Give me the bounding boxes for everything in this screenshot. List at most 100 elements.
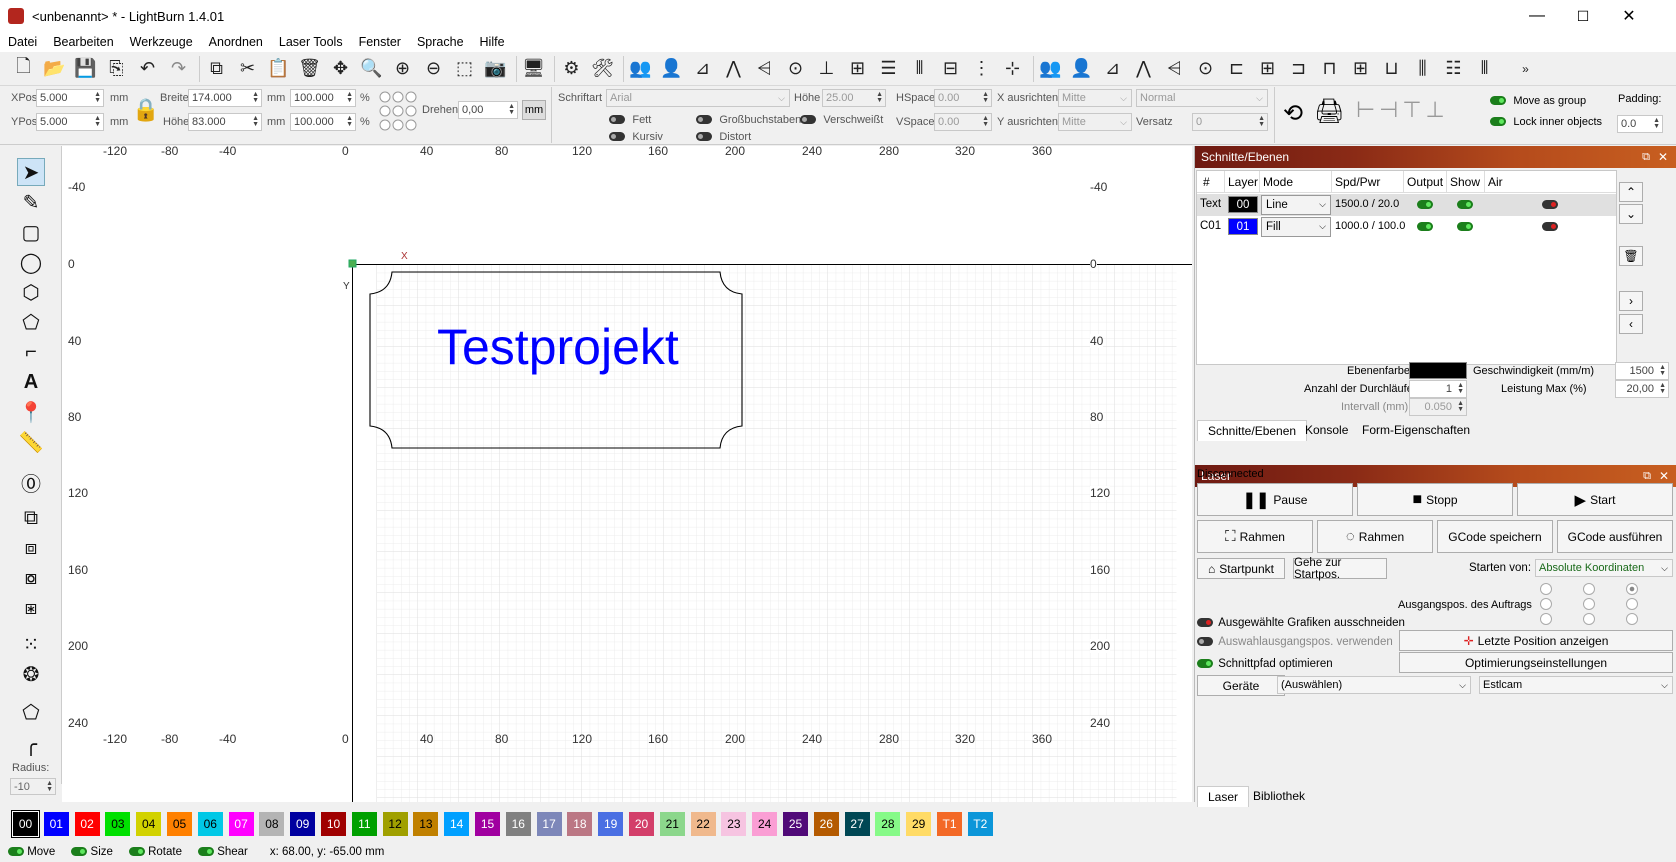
collapse-left-icon[interactable]: ‹ <box>1619 314 1643 334</box>
offset-input[interactable]: 0 ▲ ▼ <box>1192 113 1268 131</box>
monitor-icon[interactable]: 🖥 <box>520 55 547 82</box>
origin-radio-bl[interactable] <box>1540 613 1552 625</box>
zoom-page-icon[interactable]: ⬚ <box>451 55 478 82</box>
distribute-v-icon[interactable]: ⋮ <box>968 55 995 82</box>
layers-tab-2[interactable]: Form-Eigenschaften <box>1352 420 1480 440</box>
palette-swatch-T1[interactable]: T1 <box>937 812 962 836</box>
mirror2-icon[interactable]: ⋀ <box>1130 55 1157 82</box>
center2-icon[interactable]: ⊙ <box>1192 55 1219 82</box>
layers-tab-1[interactable]: Konsole <box>1295 420 1358 440</box>
palette-swatch-21[interactable]: 21 <box>659 812 685 836</box>
new-file-icon[interactable]: 🗋 <box>10 55 37 82</box>
scale-width-input[interactable]: 100.000 ▲ ▼ <box>290 89 356 107</box>
minimize-button[interactable]: — <box>1514 0 1560 32</box>
menu-4[interactable]: Laser Tools <box>271 35 351 49</box>
shear-toggle[interactable]: Shear <box>198 846 248 858</box>
palette-swatch-23[interactable]: 23 <box>721 812 747 836</box>
group-icon[interactable]: 👥 <box>627 55 654 82</box>
zoom-in-icon[interactable]: ⊕ <box>389 55 416 82</box>
text-tool-icon[interactable]: A <box>17 368 45 396</box>
layer-row[interactable]: C01 01 Fill ⌵ 1000.0 / 100.0 <box>1197 216 1616 238</box>
width-input[interactable]: 174.000 ▲ ▼ <box>188 89 262 107</box>
measure-icon[interactable]: 📏 <box>17 428 45 456</box>
subtract-icon[interactable]: ⧇ <box>17 564 45 592</box>
save-icon[interactable]: 💾 <box>72 55 99 82</box>
palette-swatch-15[interactable]: 15 <box>475 812 500 836</box>
distribute-hs-icon[interactable]: ⫼ <box>1409 55 1436 82</box>
align-right-icon[interactable]: ⊐ <box>1285 55 1312 82</box>
palette-swatch-27[interactable]: 27 <box>844 812 870 836</box>
path-edit-icon[interactable]: ⬠ <box>17 698 45 726</box>
save-gcode-button[interactable]: GCode speichern <box>1437 520 1553 553</box>
text-mode-select[interactable]: Normal ⌵ <box>1136 89 1268 107</box>
align-middle-icon[interactable]: ☰ <box>875 55 902 82</box>
menu-1[interactable]: Bearbeiten <box>45 35 121 49</box>
radius-input[interactable]: -10 ▲ ▼ <box>10 778 56 795</box>
intersect-icon[interactable]: ⧆ <box>17 594 45 622</box>
union-icon[interactable]: ⧈ <box>17 534 45 562</box>
palette-swatch-25[interactable]: 25 <box>783 812 808 836</box>
corner-round-icon[interactable]: ╭ <box>17 730 45 758</box>
passes-input[interactable]: 1 ▲ ▼ <box>1409 380 1467 398</box>
menu-2[interactable]: Werkzeuge <box>122 35 201 49</box>
circular-array-icon[interactable]: ❂ <box>17 660 45 688</box>
center-icon[interactable]: ⊙ <box>782 55 809 82</box>
palette-swatch-19[interactable]: 19 <box>598 812 624 836</box>
layer-air-toggle[interactable] <box>1542 222 1558 231</box>
power-input[interactable]: 20,00 ▲ ▼ <box>1615 380 1669 398</box>
canvas-text-object[interactable]: Testprojekt <box>437 318 679 376</box>
palette-swatch-08[interactable]: 08 <box>259 812 285 836</box>
palette-swatch-02[interactable]: 02 <box>74 812 100 836</box>
hspace-input[interactable]: 0.00 ▲ ▼ <box>934 89 992 107</box>
layer-air-toggle[interactable] <box>1542 200 1558 209</box>
layer-down-icon[interactable]: ⌄ <box>1619 204 1643 224</box>
position-marker-icon[interactable]: 📍 <box>17 398 45 426</box>
flip-horizontal-icon[interactable]: ⊿ <box>689 55 716 82</box>
pentagon-icon[interactable]: ⬠ <box>17 308 45 336</box>
align-icon[interactable]: ⊥ <box>813 55 840 82</box>
lock-inner-toggle[interactable]: Lock inner objects <box>1490 114 1602 128</box>
menu-0[interactable]: Datei <box>0 35 45 49</box>
xalign-select[interactable]: Mitte ⌵ <box>1058 89 1132 107</box>
offset-icon[interactable]: ⓪ <box>17 468 45 496</box>
print-icon[interactable]: 🖨 <box>1314 97 1344 126</box>
align-center-icon[interactable]: ⊞ <box>844 55 871 82</box>
palette-swatch-14[interactable]: 14 <box>444 812 470 836</box>
optimize-path-toggle[interactable]: Schnittpfad optimieren <box>1197 658 1333 670</box>
laser-tab-1[interactable]: Bibliothek <box>1243 786 1315 806</box>
pen-icon[interactable]: ✎ <box>17 188 45 216</box>
ungroup-icon[interactable]: 👤 <box>658 55 685 82</box>
cut-icon[interactable]: ✂ <box>234 55 261 82</box>
align-hcenter-icon[interactable]: ⊞ <box>1254 55 1281 82</box>
rectangle-icon[interactable]: ▢ <box>17 218 45 246</box>
mirror-across-icon[interactable]: ⩤ <box>751 55 778 82</box>
align-bottom-icon[interactable]: ⊔ <box>1378 55 1405 82</box>
palette-swatch-12[interactable]: 12 <box>382 812 408 836</box>
delete-icon[interactable]: 🗑 <box>296 55 323 82</box>
layer-show-toggle[interactable] <box>1457 222 1473 231</box>
pause-button[interactable]: ❚❚ Pause <box>1197 483 1353 516</box>
node-edit-icon[interactable]: ⌐ <box>17 338 45 366</box>
start-button[interactable]: ▶ Start <box>1517 483 1673 516</box>
align-left-icon[interactable]: ⊏ <box>1223 55 1250 82</box>
palette-swatch-26[interactable]: 26 <box>813 812 839 836</box>
palette-swatch-T2[interactable]: T2 <box>967 812 993 836</box>
distort-toggle[interactable]: Distort <box>696 129 751 143</box>
align-vcenter-icon[interactable]: ⊞ <box>1347 55 1374 82</box>
palette-swatch-13[interactable]: 13 <box>413 812 439 836</box>
palette-swatch-09[interactable]: 09 <box>290 812 316 836</box>
start-from-select[interactable]: Absolute Koordinaten ⌵ <box>1535 559 1673 577</box>
menu-5[interactable]: Fenster <box>351 35 409 49</box>
rotate-object-icon[interactable]: ⟲ <box>1283 99 1303 128</box>
select-icon[interactable]: ➤ <box>17 158 45 186</box>
padding-input[interactable]: 0.0 ▲ ▼ <box>1617 115 1663 133</box>
palette-swatch-04[interactable]: 04 <box>136 812 162 836</box>
origin-radio-mc[interactable] <box>1583 598 1595 610</box>
palette-swatch-00[interactable]: 00 <box>13 812 38 836</box>
palette-swatch-29[interactable]: 29 <box>906 812 932 836</box>
maximize-button[interactable]: ☐ <box>1560 0 1606 32</box>
float-laser-panel-icon[interactable]: ⧉ <box>1643 470 1651 483</box>
tools-icon[interactable]: 🛠 <box>589 55 616 82</box>
palette-swatch-01[interactable]: 01 <box>43 812 69 836</box>
mirror-icon[interactable]: ⋀ <box>720 55 747 82</box>
